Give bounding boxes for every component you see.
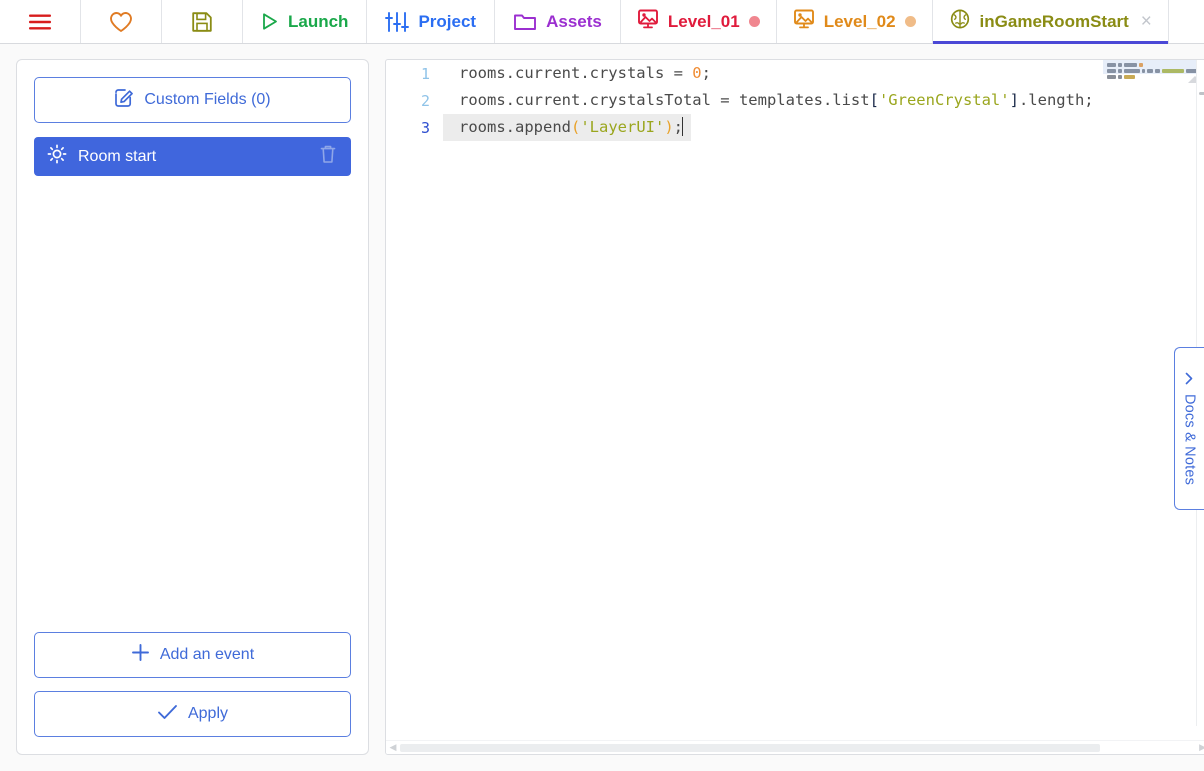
tab-label: inGameRoomStart <box>979 11 1129 31</box>
minimap-block <box>1117 75 1122 79</box>
add-event-label: Add an event <box>159 646 255 663</box>
unsaved-dot <box>904 16 916 27</box>
code-line[interactable]: 3 rooms.append('LayerUI'); <box>386 114 1102 141</box>
line-number: 1 <box>420 64 430 83</box>
custom-fields-button[interactable]: Custom Fields (0) <box>34 77 351 123</box>
plus-icon <box>131 643 150 667</box>
line-number: 3 <box>420 118 430 137</box>
minimap-block <box>1106 75 1116 79</box>
panel-spacer <box>34 176 351 632</box>
main-body: Custom Fields (0) Room start Add an even… <box>0 44 1204 771</box>
scroll-left-arrow-icon[interactable]: ◀ <box>386 741 400 755</box>
code-editor[interactable]: 1 rooms.current.crystals = 0; 2 rooms.curre… <box>385 59 1204 755</box>
play-triangle-icon <box>261 12 279 31</box>
sliders-icon <box>385 11 410 33</box>
save-button[interactable] <box>162 0 243 43</box>
scroll-right-arrow-icon[interactable]: ▶ <box>1196 741 1204 755</box>
tab-level-02[interactable]: Level_02 <box>776 0 933 43</box>
tab-label: Level_02 <box>823 11 896 31</box>
project-label: Project <box>418 11 477 31</box>
code-token: ( <box>570 118 581 136</box>
close-icon[interactable]: × <box>1141 12 1152 31</box>
bottom-strip <box>0 757 1204 771</box>
brain-icon <box>949 8 971 35</box>
text-caret <box>682 117 684 136</box>
custom-fields-label: Custom Fields (0) <box>144 91 271 108</box>
floppy-save-icon <box>191 11 213 33</box>
apply-button[interactable]: Apply <box>34 691 351 737</box>
tab-label: Level_01 <box>667 11 740 31</box>
tab-level-01[interactable]: Level_01 <box>620 0 777 43</box>
code-editor-wrap: 1 rooms.current.crystals = 0; 2 rooms.curre… <box>385 44 1204 771</box>
add-event-button[interactable]: Add an event <box>34 632 351 678</box>
code-token: ) <box>664 118 674 136</box>
code-token: 'LayerUI' <box>580 118 665 136</box>
project-button[interactable]: Project <box>367 0 496 43</box>
assets-label: Assets <box>546 11 602 31</box>
line-number: 2 <box>420 91 430 110</box>
heart-icon <box>109 11 133 33</box>
code-token: rooms.current.crystals = <box>459 64 693 82</box>
docs-and-notes-label: Docs & Notes <box>1181 393 1198 486</box>
apply-label: Apply <box>187 705 229 722</box>
scrollbar-thumb[interactable] <box>1198 92 1204 95</box>
favorite-button[interactable] <box>81 0 162 43</box>
hamburger-menu-icon <box>28 13 52 31</box>
code-token: rooms.current.crystalsTotal = templates.… <box>459 91 870 109</box>
code-token: 0 <box>692 64 702 82</box>
event-item-room-start[interactable]: Room start <box>34 137 351 176</box>
room-image-icon <box>793 8 815 35</box>
code-token: .length; <box>1018 91 1094 109</box>
launch-label: Launch <box>288 11 349 31</box>
events-panel: Custom Fields (0) Room start Add an even… <box>0 44 385 771</box>
code-text[interactable]: rooms.current.crystals = 0; <box>443 60 719 87</box>
code-line[interactable]: 1 rooms.current.crystals = 0; <box>386 60 1102 87</box>
unsaved-dot <box>748 16 760 27</box>
pencil-square-icon <box>114 88 134 113</box>
code-token: rooms.append <box>459 118 571 136</box>
code-token: ] <box>1009 91 1019 109</box>
tab-ingameroomstart[interactable]: inGameRoomStart × <box>932 0 1169 44</box>
code-text[interactable]: rooms.append('LayerUI'); <box>443 114 692 141</box>
code-text[interactable]: rooms.current.crystalsTotal = templates.… <box>443 87 1102 114</box>
minimap-block <box>1123 75 1135 79</box>
trash-icon[interactable] <box>319 144 337 169</box>
editor-horizontal-scrollbar[interactable]: ◀ ▶ <box>386 740 1204 754</box>
menu-button[interactable] <box>0 0 81 43</box>
code-token: [ <box>869 91 879 109</box>
toolbar-spacer <box>1168 0 1204 43</box>
minimap-viewport[interactable] <box>1102 60 1204 74</box>
h-scroll-track[interactable] <box>400 743 1196 752</box>
code-lines[interactable]: 1 rooms.current.crystals = 0; 2 rooms.curre… <box>386 60 1102 740</box>
event-item-label: Room start <box>78 147 157 165</box>
check-icon <box>157 703 178 726</box>
top-toolbar: Launch Project Assets Level_01 Level_02 … <box>0 0 1204 44</box>
room-image-icon <box>637 8 659 35</box>
code-token: ; <box>701 64 711 82</box>
events-card: Custom Fields (0) Room start Add an even… <box>16 59 369 755</box>
folder-icon <box>513 12 537 32</box>
code-line[interactable]: 2 rooms.current.crystalsTotal = templates… <box>386 87 1102 114</box>
assets-button[interactable]: Assets <box>495 0 621 43</box>
chevron-left-icon <box>1183 372 1196 385</box>
code-area[interactable]: 1 rooms.current.crystals = 0; 2 rooms.curre… <box>386 60 1204 740</box>
code-token: 'GreenCrystal' <box>878 91 1010 109</box>
launch-button[interactable]: Launch <box>243 0 368 43</box>
docs-and-notes-tab[interactable]: Docs & Notes <box>1174 347 1204 510</box>
h-scroll-thumb[interactable] <box>400 743 1101 752</box>
sun-icon <box>47 144 67 169</box>
